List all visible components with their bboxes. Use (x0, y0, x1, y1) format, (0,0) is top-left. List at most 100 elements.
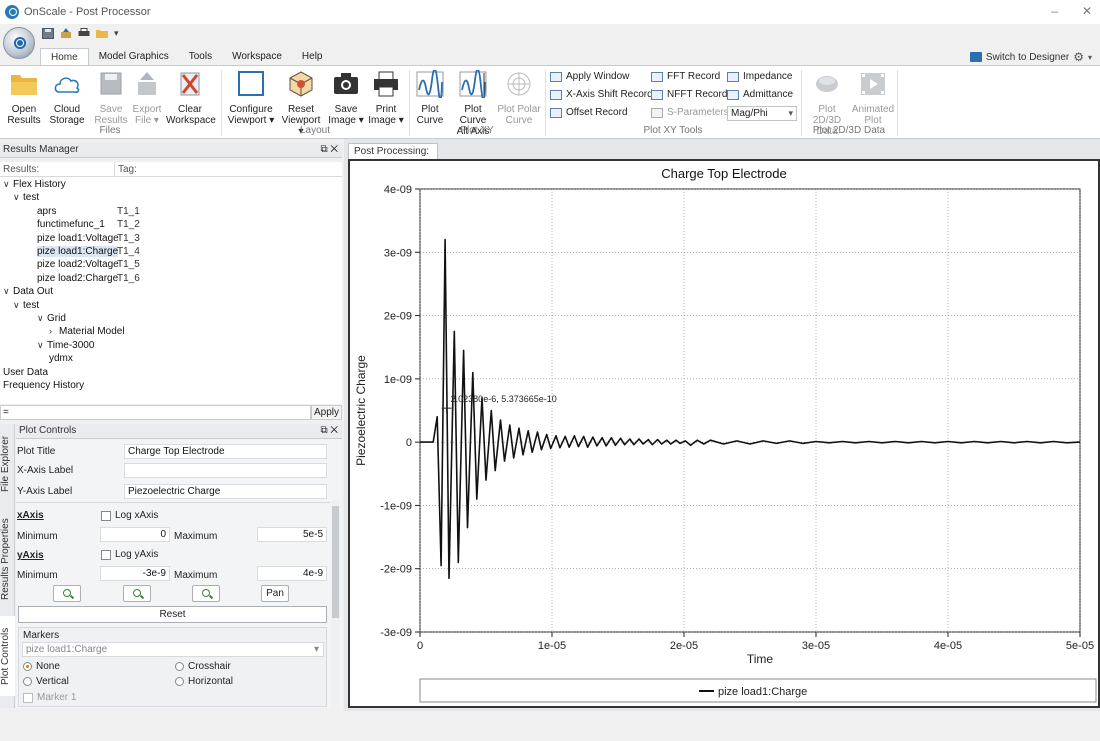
chart[interactable]: Charge Top Electrode 0 1e-05 2e-05 3e-05 4e-0… (350, 161, 1098, 706)
app-menu-button[interactable] (3, 27, 35, 59)
filter-input[interactable]: = (0, 405, 311, 420)
apply-filter-button[interactable]: Apply (311, 405, 342, 420)
y-maximum-input[interactable]: 4e-9 (257, 566, 327, 581)
float-panel-icon[interactable]: ⧉ (320, 144, 327, 155)
nfft-record-button[interactable]: NFFT Record (651, 89, 727, 100)
tree-item[interactable]: pize load1:Charge (37, 246, 119, 257)
tree-item[interactable]: aprs (37, 206, 56, 217)
marker1-checkbox[interactable]: Marker 1 (23, 692, 76, 703)
checkbox-box (101, 549, 111, 560)
x-axis-shift-record-button[interactable]: X-Axis Shift Record (550, 89, 653, 100)
scroll-thumb[interactable] (332, 506, 339, 618)
qat-dropdown-icon[interactable]: ▾ (114, 28, 119, 39)
apply-window-button[interactable]: Apply Window (550, 71, 629, 82)
tree-expand-icon[interactable]: ∨ (37, 340, 47, 351)
tab-home[interactable]: Home (40, 48, 89, 66)
gear-icon[interactable]: ⚙ (1073, 50, 1084, 64)
tree-item[interactable]: ∨ Data Out (3, 286, 53, 297)
tree-expand-icon[interactable]: ∨ (3, 179, 13, 190)
tab-results-properties[interactable]: Results Properties (0, 504, 15, 614)
save-image-button[interactable]: Save Image ▾ (326, 70, 366, 126)
export-icon[interactable] (60, 28, 72, 39)
export-file-button[interactable]: Export File ▾ (128, 70, 166, 126)
zoom-out-button[interactable] (123, 585, 151, 602)
plot-polar-curve-button[interactable]: Plot Polar Curve (497, 70, 541, 126)
zoom-out-icon (133, 589, 141, 597)
tree-item[interactable]: pize load2:Voltage (37, 259, 119, 270)
open-results-button[interactable]: Open Results (5, 70, 43, 126)
print-image-button[interactable]: Print Image ▾ (366, 70, 406, 126)
x-maximum-input[interactable]: 5e-5 (257, 527, 327, 542)
tree-item[interactable]: ydmx (49, 353, 73, 364)
chevron-down-icon: ▾ (313, 644, 319, 655)
plot-title-input[interactable]: Charge Top Electrode (124, 444, 327, 459)
configure-viewport-button[interactable]: Configure Viewport ▾ (226, 70, 276, 126)
tree-expand-icon[interactable]: ∨ (3, 286, 13, 297)
tab-plot-controls[interactable]: Plot Controls (0, 616, 15, 696)
tab-help[interactable]: Help (292, 48, 333, 66)
status-area (0, 711, 1100, 741)
marker-crosshair-radio[interactable]: Crosshair (175, 661, 231, 672)
marker-vertical-radio[interactable]: Vertical (23, 676, 69, 687)
close-panel-icon[interactable]: ✕ (330, 144, 338, 155)
fft-record-button[interactable]: FFT Record (651, 71, 720, 82)
mag-phi-select[interactable]: Mag/Phi (727, 106, 797, 121)
zoom-fit-button[interactable] (192, 585, 220, 602)
float-panel-icon[interactable]: ⧉ (320, 425, 327, 436)
clear-workspace-button[interactable]: Clear Workspace (166, 70, 216, 126)
log-x-axis-checkbox[interactable]: Log xAxis (101, 510, 158, 521)
tree-item[interactable]: pize load1:Voltage (37, 233, 119, 244)
tree-expand-icon[interactable]: ∨ (37, 313, 47, 324)
tree-item[interactable]: Frequency History (3, 380, 84, 391)
print-icon[interactable] (78, 28, 90, 39)
s-parameters-button[interactable]: S-Parameters (651, 107, 729, 118)
switch-to-designer-button[interactable]: Switch to Designer ⚙ ▾ (969, 50, 1092, 64)
post-processing-tab[interactable]: Post Processing: ⊠ (348, 143, 438, 171)
offset-record-button[interactable]: Offset Record (550, 107, 628, 118)
y-minimum-input[interactable]: -3e-9 (100, 566, 170, 581)
tree-item[interactable]: functimefunc_1 (37, 219, 105, 230)
results-column[interactable]: Results: (3, 164, 39, 175)
open-folder-icon[interactable] (96, 28, 108, 39)
tab-workspace[interactable]: Workspace (222, 48, 292, 66)
marker-horizontal-radio[interactable]: Horizontal (175, 676, 233, 687)
plot-frame: Charge Top Electrode 0 1e-05 2e-05 3e-05 4e-0… (348, 159, 1100, 708)
tree-item[interactable]: User Data (3, 367, 48, 378)
plot-curve-button[interactable]: Plot Curve (413, 68, 447, 126)
tree-item[interactable]: ∨ Grid (37, 313, 66, 324)
minimize-button[interactable]: – (1051, 4, 1058, 18)
zoom-in-button[interactable] (53, 585, 81, 602)
x-minimum-input[interactable]: 0 (100, 527, 170, 542)
cloud-storage-button[interactable]: Cloud Storage (48, 70, 86, 126)
animated-plot-button[interactable]: Animated Plot (851, 70, 895, 126)
tree-item[interactable]: ∨ test (13, 192, 39, 203)
tree-item[interactable]: › Material Model (49, 326, 125, 337)
reset-button[interactable]: Reset (18, 606, 327, 623)
y-axis-label-input[interactable]: Piezoelectric Charge (124, 484, 327, 499)
close-button[interactable]: ✕ (1082, 4, 1092, 18)
marker-none-radio[interactable]: None (23, 661, 60, 672)
tag-column[interactable]: Tag: (118, 164, 137, 175)
log-y-axis-checkbox[interactable]: Log yAxis (101, 549, 158, 560)
tree-expand-icon[interactable]: ∨ (13, 300, 23, 311)
tree-item[interactable]: ∨ Flex History (3, 179, 66, 190)
tab-model-graphics[interactable]: Model Graphics (89, 48, 179, 66)
tree-expand-icon[interactable]: › (49, 326, 59, 336)
save-icon[interactable] (42, 28, 54, 39)
tab-tools[interactable]: Tools (179, 48, 222, 66)
save-results-button[interactable]: Save Results (92, 70, 130, 126)
tree-item[interactable]: ∨ test (13, 300, 39, 311)
tree-expand-icon[interactable]: ∨ (13, 192, 23, 203)
tree-item[interactable]: pize load2:Charge (37, 273, 118, 284)
pan-button[interactable]: Pan (261, 585, 289, 602)
x-axis-label-label: X-Axis Label (17, 465, 74, 476)
tree-item[interactable]: ∨ Time-3000 (37, 340, 94, 351)
chevron-down-icon[interactable]: ▾ (1088, 53, 1092, 62)
close-panel-icon[interactable]: ✕ (330, 425, 338, 436)
x-axis-label-input[interactable] (124, 463, 327, 478)
tab-file-explorer[interactable]: File Explorer (0, 426, 15, 502)
impedance-button[interactable]: Impedance (727, 71, 792, 82)
marker-curve-select[interactable]: pize load1:Charge ▾ (22, 642, 324, 657)
admittance-button[interactable]: Admittance (727, 89, 793, 100)
plot-controls-scrollbar[interactable] (331, 500, 340, 708)
